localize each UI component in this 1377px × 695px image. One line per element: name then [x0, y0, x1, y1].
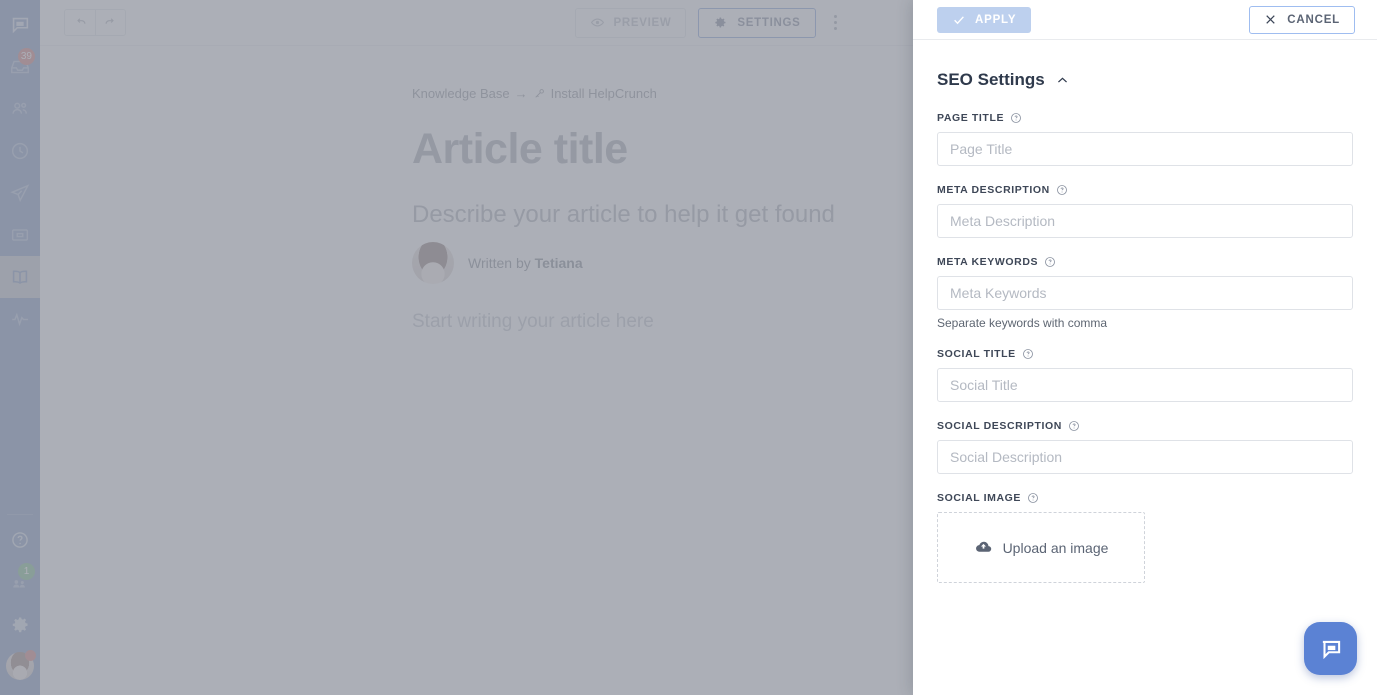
- help-icon: [1028, 493, 1038, 503]
- page-title-label: PAGE TITLE: [937, 112, 1005, 124]
- apply-button[interactable]: APPLY: [937, 6, 1032, 33]
- field-meta-description: META DESCRIPTION: [937, 184, 1353, 238]
- close-icon: [1266, 15, 1276, 24]
- help-icon: [1045, 257, 1056, 267]
- field-label: META KEYWORDS: [937, 256, 1353, 268]
- meta-description-label: META DESCRIPTION: [937, 184, 1050, 196]
- chat-launcher-button[interactable]: [1304, 622, 1357, 675]
- chevron-up-icon: [1057, 76, 1067, 83]
- seo-settings-title: SEO Settings: [937, 70, 1045, 89]
- meta-keywords-input[interactable]: [937, 276, 1353, 310]
- meta-keywords-label: META KEYWORDS: [937, 256, 1039, 268]
- seo-settings-panel: APPLY CANCEL SEO Settings PAGE TITLE Pag…: [913, 0, 1377, 695]
- help-icon: [1056, 185, 1067, 195]
- help-icon: [1011, 113, 1021, 123]
- chat-bubble-icon: [1322, 640, 1340, 659]
- field-label: SOCIAL DESCRIPTION: [937, 420, 1353, 432]
- field-label: PAGE TITLE: [937, 112, 1353, 124]
- page-title-input[interactable]: [937, 132, 1353, 166]
- panel-body: SEO Settings PAGE TITLE Page Title META …: [913, 40, 1377, 695]
- social-description-input[interactable]: [937, 440, 1353, 474]
- panel-header: APPLY CANCEL: [913, 0, 1377, 40]
- social-title-input[interactable]: [937, 368, 1353, 402]
- apply-label: APPLY: [975, 13, 1017, 26]
- check-icon: [954, 15, 964, 24]
- social-image-dropzone[interactable]: Upload an image: [937, 512, 1145, 583]
- cancel-button[interactable]: CANCEL: [1249, 5, 1355, 34]
- meta-keywords-hint: Separate keywords with comma: [937, 316, 1108, 330]
- field-page-title: PAGE TITLE: [937, 112, 1353, 166]
- app-root: 39: [0, 0, 1377, 695]
- cloud-upload-icon: [975, 541, 991, 552]
- help-icon: [1022, 349, 1033, 359]
- meta-description-input[interactable]: [937, 204, 1353, 238]
- social-description-label: SOCIAL DESCRIPTION: [937, 420, 1062, 432]
- field-social-title: SOCIAL TITLE: [937, 348, 1353, 402]
- help-icon: [1069, 421, 1079, 431]
- seo-settings-header[interactable]: SEO Settings: [937, 70, 1353, 90]
- social-title-label: SOCIAL TITLE: [937, 348, 1016, 360]
- field-meta-keywords: META KEYWORDS Separate keywords with com…: [937, 256, 1353, 330]
- modal-overlay[interactable]: [0, 0, 913, 695]
- cancel-label: CANCEL: [1287, 13, 1340, 26]
- field-label: META DESCRIPTION: [937, 184, 1353, 196]
- field-label: SOCIAL IMAGE: [937, 492, 1353, 504]
- field-social-image: SOCIAL IMAGE Upload an image: [937, 492, 1353, 583]
- upload-label: Upload an image: [1002, 539, 1109, 556]
- social-image-label: SOCIAL IMAGE: [937, 492, 1022, 504]
- field-label: SOCIAL TITLE: [937, 348, 1353, 360]
- field-social-description: SOCIAL DESCRIPTION: [937, 420, 1353, 474]
